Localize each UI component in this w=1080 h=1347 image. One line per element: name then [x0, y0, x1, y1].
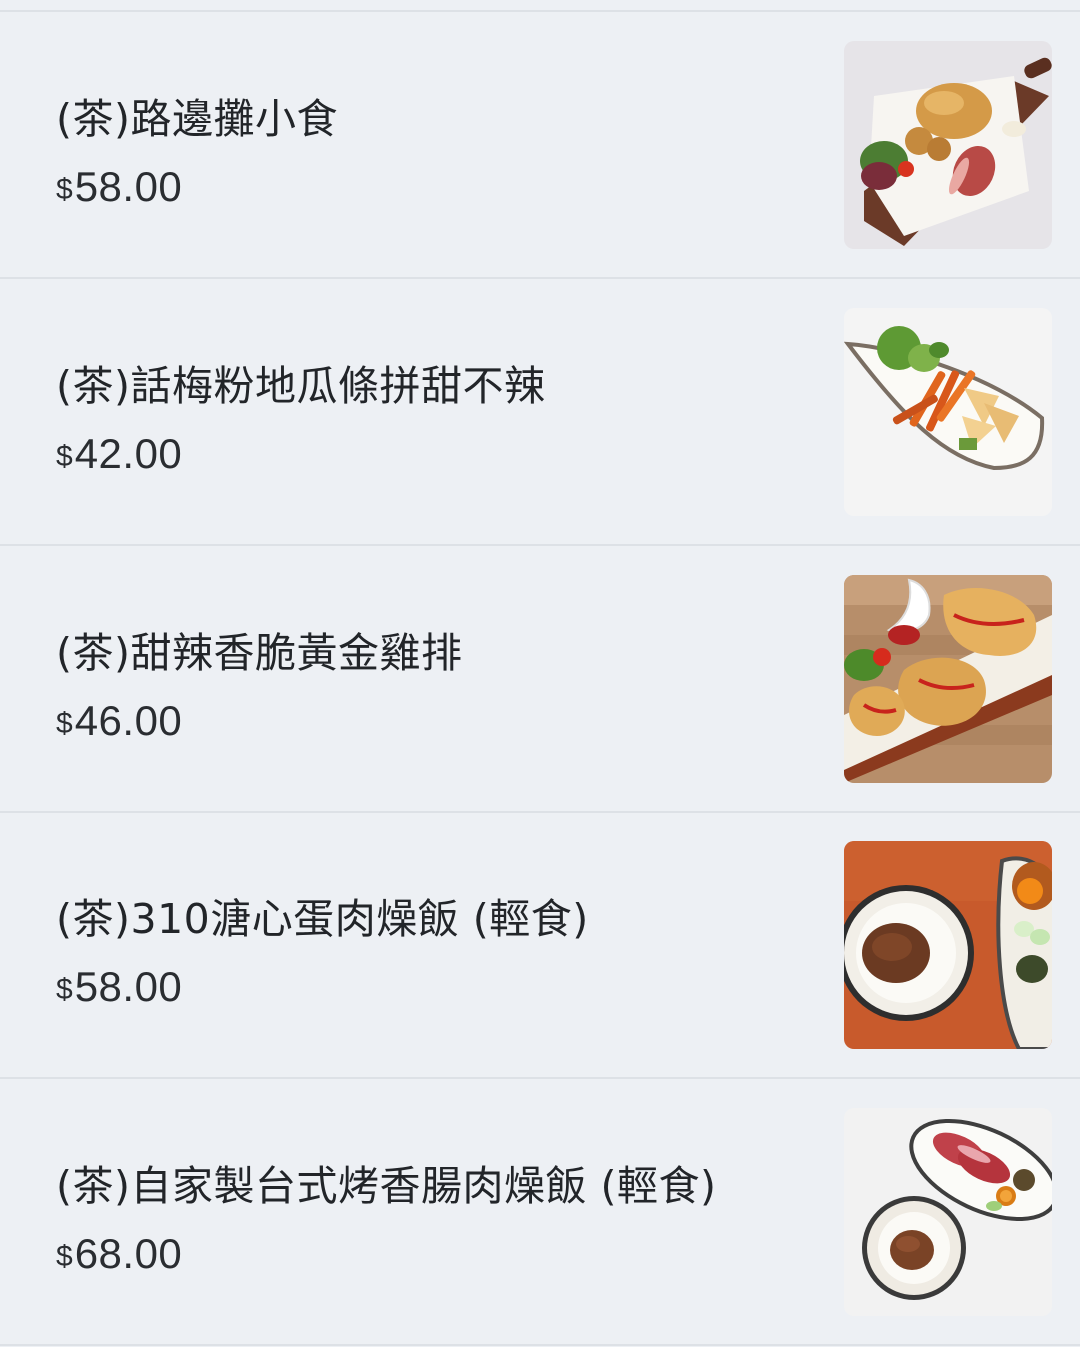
braised-pork-rice-egg-photo[interactable] [844, 841, 1052, 1049]
street-snack-platter-photo[interactable] [844, 41, 1052, 249]
fried-chicken-cutlet-photo[interactable] [844, 575, 1052, 783]
sweet-potato-fries-tempura-photo[interactable] [844, 308, 1052, 516]
item-name: (茶)路邊攤小食 [56, 95, 338, 143]
item-price: $58.00 [56, 963, 182, 1011]
item-price: $68.00 [56, 1230, 182, 1278]
price-amount: 58.00 [74, 963, 183, 1010]
price-amount: 68.00 [74, 1230, 183, 1277]
currency-symbol: $ [56, 973, 73, 1006]
menu-item[interactable]: (茶)甜辣香脆黃金雞排 $46.00 [0, 547, 1080, 813]
item-price: $58.00 [56, 163, 182, 211]
item-name: (茶)話梅粉地瓜條拼甜不辣 [56, 362, 546, 410]
menu-item[interactable]: (茶)310溏心蛋肉燥飯 (輕食) $58.00 [0, 813, 1080, 1079]
price-amount: 42.00 [74, 430, 183, 477]
price-amount: 58.00 [74, 163, 183, 210]
item-name: (茶)310溏心蛋肉燥飯 (輕食) [56, 895, 589, 943]
menu-item[interactable]: (茶)自家製台式烤香腸肉燥飯 (輕食) $68.00 [0, 1080, 1080, 1346]
divider [0, 10, 1080, 12]
sausage-pork-rice-photo[interactable] [844, 1108, 1052, 1316]
menu-list: (茶)路邊攤小食 $58.00 (茶)話梅粉地瓜條拼甜不辣 $42.00 (茶)… [0, 0, 1080, 1347]
currency-symbol: $ [56, 707, 73, 740]
item-price: $46.00 [56, 697, 182, 745]
currency-symbol: $ [56, 1240, 73, 1273]
currency-symbol: $ [56, 440, 73, 473]
menu-item[interactable]: (茶)路邊攤小食 $58.00 [0, 13, 1080, 279]
currency-symbol: $ [56, 173, 73, 206]
item-name: (茶)自家製台式烤香腸肉燥飯 (輕食) [56, 1162, 717, 1210]
item-name: (茶)甜辣香脆黃金雞排 [56, 629, 463, 677]
price-amount: 46.00 [74, 697, 183, 744]
item-price: $42.00 [56, 430, 182, 478]
menu-item[interactable]: (茶)話梅粉地瓜條拼甜不辣 $42.00 [0, 280, 1080, 546]
